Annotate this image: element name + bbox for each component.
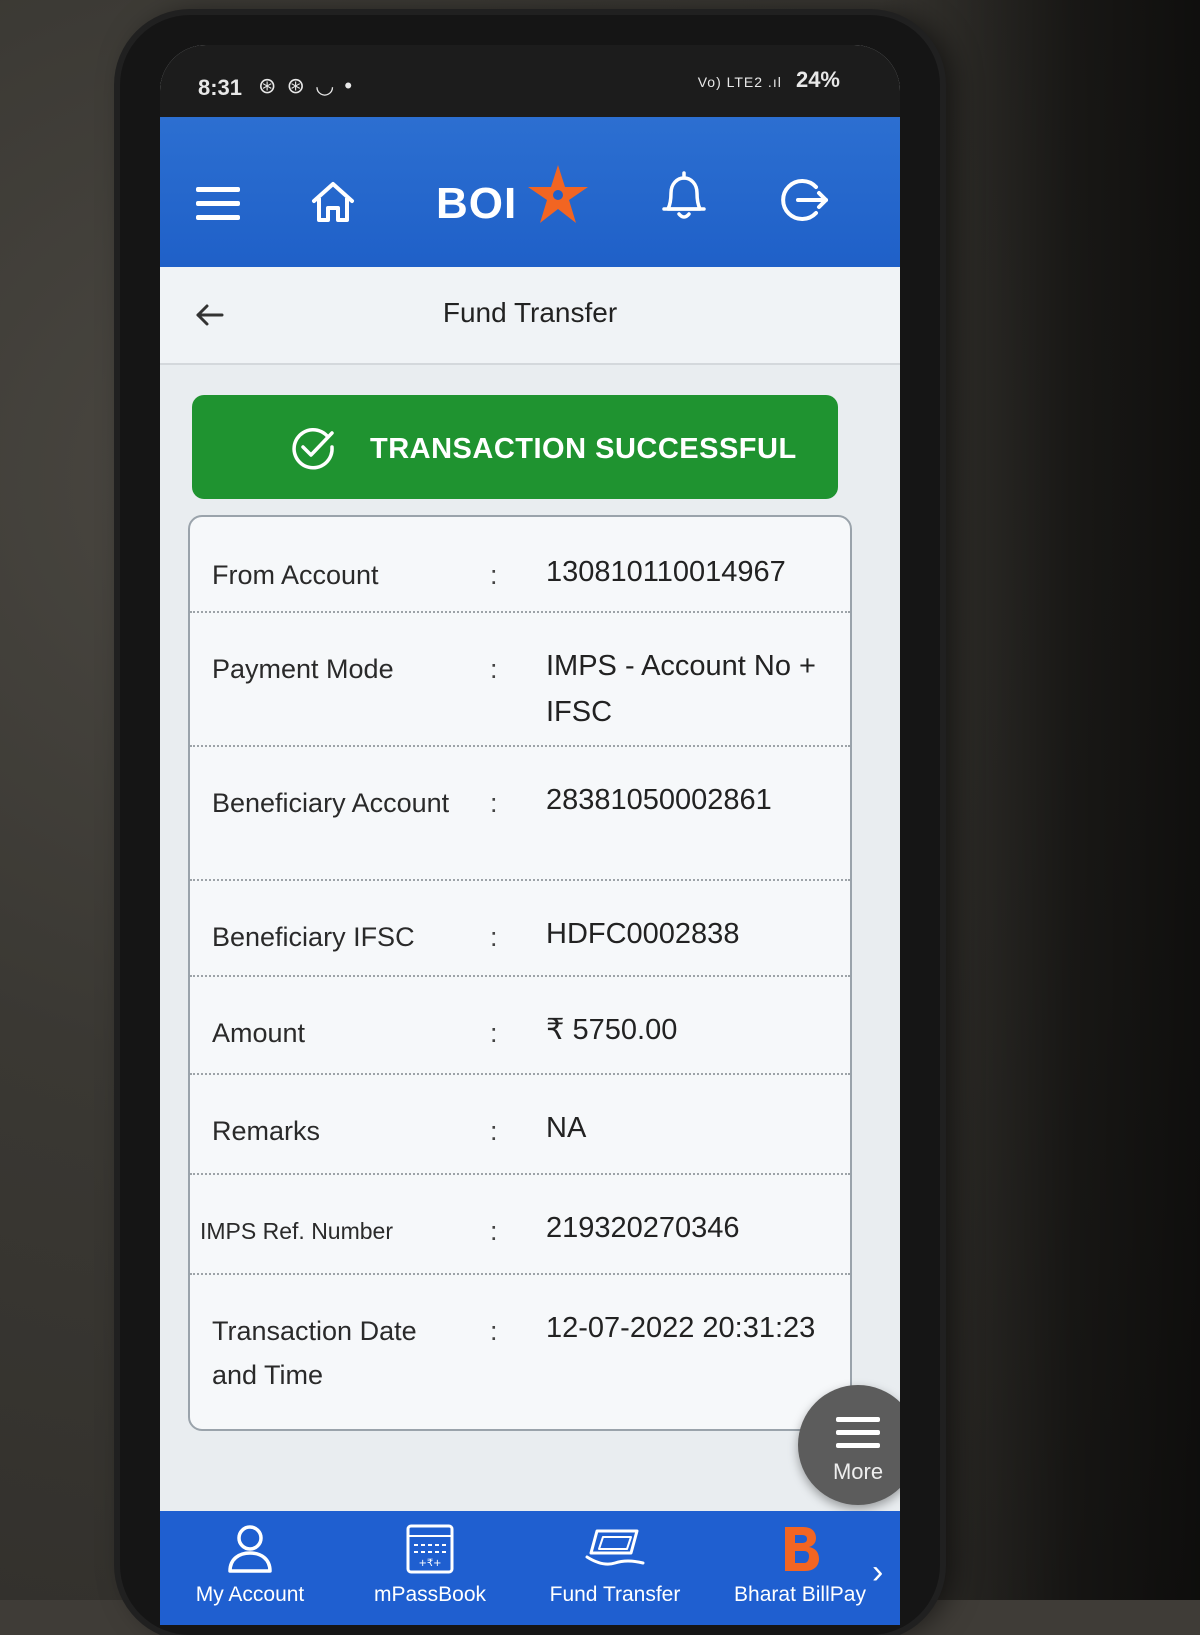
detail-value: 130810110014967: [546, 556, 786, 588]
status-time: 8:31: [198, 75, 243, 100]
app-header: BOI: [160, 117, 900, 267]
detail-label: Beneficiary Account: [212, 788, 450, 818]
detail-row-amount: Amount : ₹ 5750.00: [190, 975, 850, 1075]
detail-row-transaction-datetime: Transaction Date and Time : 12-07-2022 2…: [190, 1273, 850, 1423]
detail-row-imps-ref: IMPS Ref. Number : 219320270346: [190, 1173, 850, 1275]
status-bar: 8:31 ⊛ ⊛ ◡ • Vo) LTE2 .ıl 24%: [160, 45, 900, 117]
detail-label: From Account: [212, 560, 379, 590]
bharat-billpay-icon: [785, 1527, 819, 1571]
detail-label: Beneficiary IFSC: [212, 922, 415, 952]
nav-fund-transfer[interactable]: Fund Transfer: [530, 1523, 700, 1607]
phone-frame: 8:31 ⊛ ⊛ ◡ • Vo) LTE2 .ıl 24% BOI Fund T…: [120, 15, 940, 1635]
status-notification-icons: ⊛ ⊛ ◡ •: [258, 73, 355, 98]
nav-bharat-billpay[interactable]: Bharat BillPay: [715, 1523, 885, 1607]
bell-icon[interactable]: [656, 169, 712, 225]
nav-mpassbook[interactable]: +₹+ mPassBook: [345, 1523, 515, 1607]
signal-icon: Vo) LTE2 .ıl: [697, 74, 782, 90]
detail-colon: :: [490, 1316, 498, 1346]
phone-screen: 8:31 ⊛ ⊛ ◡ • Vo) LTE2 .ıl 24% BOI Fund T…: [160, 45, 900, 1625]
user-icon: [228, 1525, 272, 1573]
detail-label: Amount: [212, 1018, 306, 1048]
transaction-details-card: From Account : 130810110014967 Payment M…: [188, 515, 852, 1431]
detail-value: 28381050002861: [546, 784, 772, 816]
status-right: Vo) LTE2 .ıl 24%: [698, 67, 840, 93]
bottom-navigation: My Account +₹+ mPassBook Fund Transfer B…: [160, 1511, 900, 1625]
detail-value: NA: [546, 1112, 587, 1144]
more-label: More: [832, 1459, 884, 1484]
detail-colon: :: [490, 560, 498, 590]
nav-label: My Account: [195, 1583, 305, 1606]
detail-colon: :: [490, 788, 498, 818]
svg-text:+₹+: +₹+: [418, 1558, 441, 1569]
nav-label: Bharat BillPay: [734, 1583, 866, 1606]
detail-value: 12-07-2022 20:31:23: [546, 1312, 816, 1344]
detail-colon: :: [490, 654, 498, 684]
detail-colon: :: [490, 922, 498, 952]
detail-row-payment-mode: Payment Mode : IMPS - Account No + IFSC: [190, 611, 850, 747]
nav-label: Fund Transfer: [549, 1583, 681, 1606]
transfer-icon: [585, 1529, 645, 1566]
more-menu-icon: [836, 1417, 880, 1456]
boi-star-logo-icon: [528, 165, 588, 223]
page-title: Fund Transfer: [442, 297, 618, 328]
page-header: Fund Transfer: [160, 267, 900, 365]
transaction-status-text: TRANSACTION SUCCESSFUL: [370, 433, 797, 465]
battery-level: 24%: [795, 67, 840, 92]
more-button[interactable]: More: [798, 1385, 900, 1505]
boi-logo-text: BOI: [436, 179, 518, 228]
detail-colon: :: [490, 1116, 498, 1146]
passbook-icon: +₹+: [406, 1524, 454, 1574]
detail-row-beneficiary-ifsc: Beneficiary IFSC : HDFC0002838: [190, 879, 850, 977]
detail-value: IMPS - Account No + IFSC: [546, 650, 816, 728]
nav-label: mPassBook: [373, 1583, 487, 1606]
detail-colon: :: [490, 1018, 498, 1048]
detail-label: Remarks: [212, 1116, 321, 1146]
logout-icon[interactable]: [776, 173, 830, 227]
detail-label: Transaction Date and Time: [212, 1316, 417, 1390]
detail-row-beneficiary-account: Beneficiary Account : 28381050002861: [190, 745, 850, 881]
check-circle-icon: [292, 428, 334, 470]
transaction-status-banner: TRANSACTION SUCCESSFUL: [192, 395, 838, 499]
detail-label: Payment Mode: [212, 654, 394, 684]
detail-value: 219320270346: [546, 1212, 740, 1244]
menu-icon[interactable]: [196, 187, 240, 227]
chevron-right-icon[interactable]: ›: [872, 1553, 883, 1592]
detail-row-remarks: Remarks : NA: [190, 1073, 850, 1175]
detail-colon: :: [490, 1216, 498, 1246]
nav-my-account[interactable]: My Account: [165, 1523, 335, 1607]
detail-row-from-account: From Account : 130810110014967: [190, 517, 850, 613]
home-icon[interactable]: [308, 177, 358, 227]
detail-value: HDFC0002838: [546, 918, 740, 950]
detail-value: ₹ 5750.00: [546, 1014, 678, 1046]
detail-label: IMPS Ref. Number: [200, 1218, 393, 1244]
